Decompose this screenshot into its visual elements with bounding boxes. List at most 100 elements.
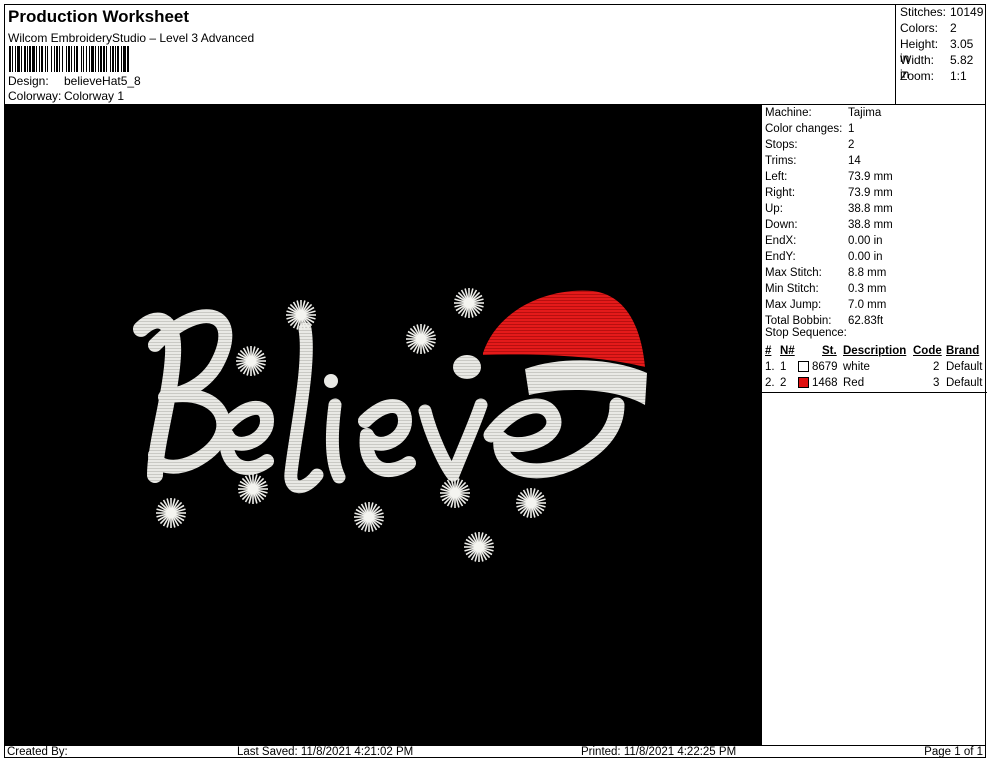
colorway-label: Colorway:: [8, 89, 62, 103]
row1-index: 1.: [765, 361, 775, 373]
design-preview: [5, 104, 761, 745]
stitches-label: Stitches:: [900, 5, 947, 19]
left-row: Left: 73.9 mm: [765, 169, 893, 185]
santa-hat: [483, 290, 645, 367]
snowflake: [236, 346, 266, 376]
col-stitches: St.: [822, 345, 837, 357]
row2-description: Red: [843, 377, 865, 389]
trims-value: 14: [848, 155, 861, 167]
endy-row: EndY: 0.00 in: [765, 249, 883, 265]
col-code: Code: [913, 345, 942, 357]
row1-description: white: [843, 361, 870, 373]
max-jump-row: Max Jump: 7.0 mm: [765, 297, 886, 313]
total-bobbin-value: 62.83ft: [848, 315, 884, 327]
stop-sequence-title: Stop Sequence:: [765, 327, 847, 339]
row1-stitches: 8679: [812, 361, 838, 373]
snowflake: [440, 478, 470, 508]
snowflake: [516, 488, 546, 518]
snowflake: [454, 288, 484, 318]
letter-i-dot: [324, 374, 338, 388]
col-needle: N#: [780, 345, 795, 357]
down-value: 38.8 mm: [848, 219, 893, 231]
row2-stitches: 1468: [812, 377, 838, 389]
left-value: 73.9 mm: [848, 171, 893, 183]
snowflake: [464, 532, 494, 562]
worksheet-footer: Created By: Last Saved: 11/8/2021 4:21:0…: [4, 745, 986, 758]
col-description: Description: [843, 345, 907, 357]
width-label: Width:: [900, 53, 935, 67]
machine-value: Tajima: [848, 107, 882, 119]
max-stitch-row: Max Stitch: 8.8 mm: [765, 265, 886, 281]
row1-needle: 1: [780, 361, 787, 373]
colors-value: 2: [950, 21, 957, 35]
col-index: #: [765, 345, 772, 357]
height-label: Height:: [900, 37, 939, 51]
endx-value: 0.00 in: [848, 235, 883, 247]
snowflake: [238, 474, 268, 504]
right-value: 73.9 mm: [848, 187, 893, 199]
right-label: Right:: [765, 187, 796, 199]
santa-hat-brim: [525, 360, 647, 405]
left-label: Left:: [765, 171, 788, 183]
up-label: Up:: [765, 203, 783, 215]
snowflake: [286, 300, 316, 330]
color-changes-label: Color changes:: [765, 123, 843, 135]
stitches-row: Stitches: 10149: [900, 5, 983, 19]
stops-row: Stops: 2: [765, 137, 854, 153]
endx-row: EndX: 0.00 in: [765, 233, 883, 249]
trims-label: Trims:: [765, 155, 797, 167]
summary-panel: Stitches: 10149 Colors: 2 Height: 3.05 in W…: [895, 4, 986, 104]
row1-brand: Default: [946, 361, 983, 373]
stops-value: 2: [848, 139, 855, 151]
min-stitch-row: Min Stitch: 0.3 mm: [765, 281, 886, 297]
max-jump-value: 7.0 mm: [848, 299, 887, 311]
machine-label: Machine:: [765, 107, 812, 119]
row2-needle: 2: [780, 377, 787, 389]
created-by: Created By:: [7, 746, 68, 758]
min-stitch-value: 0.3 mm: [848, 283, 887, 295]
up-row: Up: 38.8 mm: [765, 201, 893, 217]
endy-label: EndY:: [765, 251, 796, 263]
down-row: Down: 38.8 mm: [765, 217, 893, 233]
colorway-value: Colorway 1: [64, 89, 125, 103]
zoom-value: 1:1: [950, 69, 967, 83]
down-label: Down:: [765, 219, 798, 231]
stops-label: Stops:: [765, 139, 798, 151]
color-changes-row: Color changes: 1: [765, 121, 854, 137]
design-row: Design: believeHat5_8: [8, 74, 141, 88]
page-number: Page 1 of 1: [924, 746, 983, 758]
design-value: believeHat5_8: [64, 74, 141, 88]
snowflake: [354, 502, 384, 532]
max-stitch-value: 8.8 mm: [848, 267, 887, 279]
color-changes-value: 1: [848, 123, 855, 135]
row1-code: 2: [933, 361, 940, 373]
max-jump-label: Max Jump:: [765, 299, 822, 311]
colors-row: Colors: 2: [900, 21, 957, 35]
embroidery-artwork: [133, 288, 647, 562]
row1-color-swatch: [798, 361, 809, 372]
santa-hat-pompom: [453, 355, 481, 379]
stitches-value: 10149: [950, 5, 984, 19]
trims-row: Trims: 14: [765, 153, 861, 169]
snowflake: [406, 324, 436, 354]
row2-index: 2.: [765, 377, 775, 389]
endx-label: EndX:: [765, 235, 797, 247]
design-label: Design:: [8, 74, 49, 88]
min-stitch-label: Min Stitch:: [765, 283, 819, 295]
max-stitch-label: Max Stitch:: [765, 267, 822, 279]
snowflakes: [156, 288, 546, 562]
row2-code: 3: [933, 377, 940, 389]
row2-brand: Default: [946, 377, 983, 389]
last-saved: Last Saved: 11/8/2021 4:21:02 PM: [237, 746, 414, 758]
endy-value: 0.00 in: [848, 251, 883, 263]
printed-date: Printed: 11/8/2021 4:22:25 PM: [581, 746, 737, 758]
colors-label: Colors:: [900, 21, 939, 35]
col-brand: Brand: [946, 345, 980, 357]
up-value: 38.8 mm: [848, 203, 893, 215]
zoom-row: Zoom: 1:1: [900, 69, 967, 83]
machine-row: Machine: Tajima: [765, 105, 881, 121]
snowflake: [156, 498, 186, 528]
machine-info-panel: Machine: Tajima Color changes: 1 Stops: 2 T…: [761, 104, 987, 745]
page-title: Production Worksheet: [8, 7, 190, 26]
divider: [762, 392, 987, 393]
